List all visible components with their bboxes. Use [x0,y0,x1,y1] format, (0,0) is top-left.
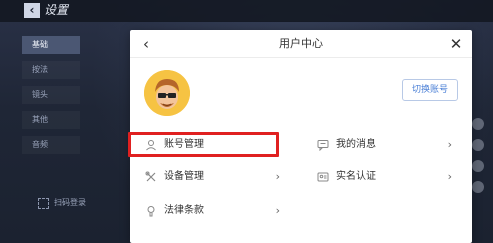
id-card-icon [316,170,330,184]
user-center-dialog: ‹ 用户中心 ✕ 切换账号 账号管理 设备管理 › 法律条款 › 我的消息 › … [130,30,472,243]
dialog-title: 用户中心 [279,37,323,50]
switch-account-button[interactable]: 切换账号 [402,79,458,101]
menu-item-legal-terms[interactable]: 法律条款 › [130,199,284,223]
scan-icon [38,197,49,209]
menu-item-label: 账号管理 [164,139,204,150]
back-icon[interactable]: ‹ [24,3,40,18]
menu-item-device-management[interactable]: 设备管理 › [130,165,284,189]
menu-item-real-name-verification[interactable]: 实名认证 › [302,165,456,189]
avatar-face-icon [144,70,190,116]
chevron-right-icon: › [447,138,452,151]
message-icon [316,138,330,152]
scan-login-label: 扫码登录 [54,198,86,207]
close-icon[interactable]: ✕ [448,34,464,54]
menu-item-my-messages[interactable]: 我的消息 › [302,133,456,157]
dialog-back-icon[interactable]: ‹ [138,34,154,54]
menu-item-label: 法律条款 [164,205,204,216]
side-control-dot[interactable] [472,160,484,172]
chevron-right-icon: › [275,204,280,217]
side-controls [472,118,486,198]
lightbulb-icon [144,204,158,218]
menu-item-label: 我的消息 [336,139,376,150]
settings-sidebar: 基础 按法 镜头 其他 音频 [22,36,80,160]
chevron-right-icon: › [275,170,280,183]
menu-item-label: 实名认证 [336,171,376,182]
tools-icon [144,170,158,184]
sidebar-item-other[interactable]: 其他 [22,111,80,129]
scan-login-button[interactable]: 扫码登录 [38,197,86,209]
side-control-dot[interactable] [472,181,484,193]
sidebar-item-basic[interactable]: 基础 [22,36,80,54]
sidebar-item-audio[interactable]: 音频 [22,136,80,154]
settings-title: 设置 [44,3,69,17]
side-control-dot[interactable] [472,118,484,130]
dialog-header: ‹ 用户中心 ✕ [130,30,472,58]
sidebar-item-camera[interactable]: 镜头 [22,86,80,104]
side-control-dot[interactable] [472,139,484,151]
avatar[interactable] [144,70,190,116]
menu-item-label: 设备管理 [164,171,204,182]
settings-topbar: ‹ 设置 [0,0,493,22]
chevron-right-icon: › [447,170,452,183]
menu-item-account-management[interactable]: 账号管理 [130,133,284,157]
user-icon [144,138,158,152]
sidebar-item-controls[interactable]: 按法 [22,61,80,79]
